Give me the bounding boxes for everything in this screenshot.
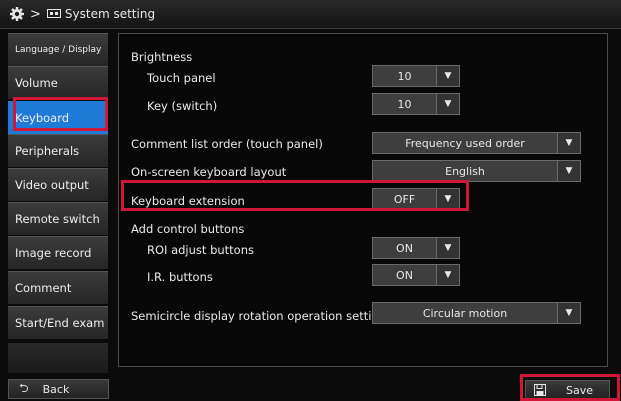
save-label: Save <box>566 383 594 397</box>
sidebar-item-start-end-exam[interactable]: Start/End exam <box>8 306 108 339</box>
triangle-down-icon[interactable]: ▼ <box>436 189 459 209</box>
settings-panel: Brightness Touch panel 10 ▼ Key (switch)… <box>118 33 608 367</box>
touch-panel-select[interactable]: 10 ▼ <box>372 65 460 87</box>
triangle-down-icon[interactable]: ▼ <box>436 94 459 114</box>
semicircle-select[interactable]: Circular motion ▼ <box>372 302 581 324</box>
save-button[interactable]: Save <box>525 380 610 400</box>
ir-value: ON <box>396 268 413 282</box>
back-label: Back <box>42 382 70 396</box>
triangle-down-icon[interactable]: ▼ <box>436 238 459 258</box>
sidebar-item-label: Language / Display <box>15 45 102 55</box>
sidebar-item-peripherals[interactable]: Peripherals <box>8 134 108 167</box>
triangle-down-icon[interactable]: ▼ <box>557 133 580 153</box>
kb-layout-select[interactable]: English ▼ <box>372 160 581 182</box>
sidebar-filler <box>8 343 108 373</box>
key-switch-select[interactable]: 10 ▼ <box>372 93 460 115</box>
comment-order-select[interactable]: Frequency used order ▼ <box>372 132 581 154</box>
triangle-down-icon[interactable]: ▼ <box>436 265 459 285</box>
touch-panel-value: 10 <box>397 69 412 83</box>
gear-icon[interactable] <box>9 6 25 22</box>
sidebar: Language / Display Volume Keyboard Perip… <box>8 33 108 373</box>
ir-label: I.R. buttons <box>147 270 213 284</box>
breadcrumb-separator: > <box>30 6 41 22</box>
sidebar-item-keyboard[interactable]: Keyboard <box>8 101 108 134</box>
sidebar-item-image-record[interactable]: Image record <box>8 236 108 269</box>
sidebar-item-video-output[interactable]: Video output <box>8 168 108 201</box>
title-bar: > System setting <box>0 0 621 29</box>
sidebar-item-label: Comment <box>15 281 72 295</box>
triangle-down-icon[interactable]: ▼ <box>557 161 580 181</box>
save-icon <box>534 384 546 396</box>
sidebar-item-label: Peripherals <box>15 144 80 158</box>
triangle-down-icon[interactable]: ▼ <box>436 66 459 86</box>
sidebar-item-language-display[interactable]: Language / Display <box>8 33 108 66</box>
page-title: System setting <box>64 7 156 21</box>
sidebar-item-comment[interactable]: Comment <box>8 271 108 304</box>
add-buttons-label: Add control buttons <box>131 222 245 236</box>
touch-panel-label: Touch panel <box>147 71 216 85</box>
kb-layout-label: On-screen keyboard layout <box>131 165 287 179</box>
kb-ext-select[interactable]: OFF ▼ <box>372 188 460 210</box>
semicircle-label: Semicircle display rotation operation se… <box>131 309 386 323</box>
roi-value: ON <box>396 241 413 255</box>
comment-order-label: Comment list order (touch panel) <box>131 137 323 151</box>
sidebar-item-label: Start/End exam <box>15 316 105 330</box>
key-switch-value: 10 <box>397 97 412 111</box>
ir-select[interactable]: ON ▼ <box>372 264 460 286</box>
sidebar-item-label: Keyboard <box>15 110 70 125</box>
key-switch-label: Key (switch) <box>147 99 218 113</box>
roi-label: ROI adjust buttons <box>147 243 254 257</box>
kb-ext-label: Keyboard extension <box>131 194 245 208</box>
triangle-down-icon[interactable]: ▼ <box>557 303 580 323</box>
sidebar-item-label: Image record <box>15 246 92 260</box>
kb-layout-value: English <box>445 164 485 178</box>
comment-order-value: Frequency used order <box>405 136 525 150</box>
kb-ext-value: OFF <box>393 192 416 206</box>
back-button[interactable]: ⮌ Back <box>8 379 109 399</box>
sidebar-item-label: Volume <box>15 76 58 90</box>
monitor-icon <box>46 9 61 18</box>
sidebar-item-remote-switch[interactable]: Remote switch <box>8 202 108 235</box>
sidebar-item-label: Video output <box>15 178 89 192</box>
sidebar-item-label: Remote switch <box>15 212 100 226</box>
semicircle-value: Circular motion <box>422 306 508 320</box>
sidebar-item-volume[interactable]: Volume <box>8 66 108 99</box>
roi-select[interactable]: ON ▼ <box>372 237 460 259</box>
back-arrow-icon: ⮌ <box>19 380 29 395</box>
brightness-label: Brightness <box>131 50 193 64</box>
